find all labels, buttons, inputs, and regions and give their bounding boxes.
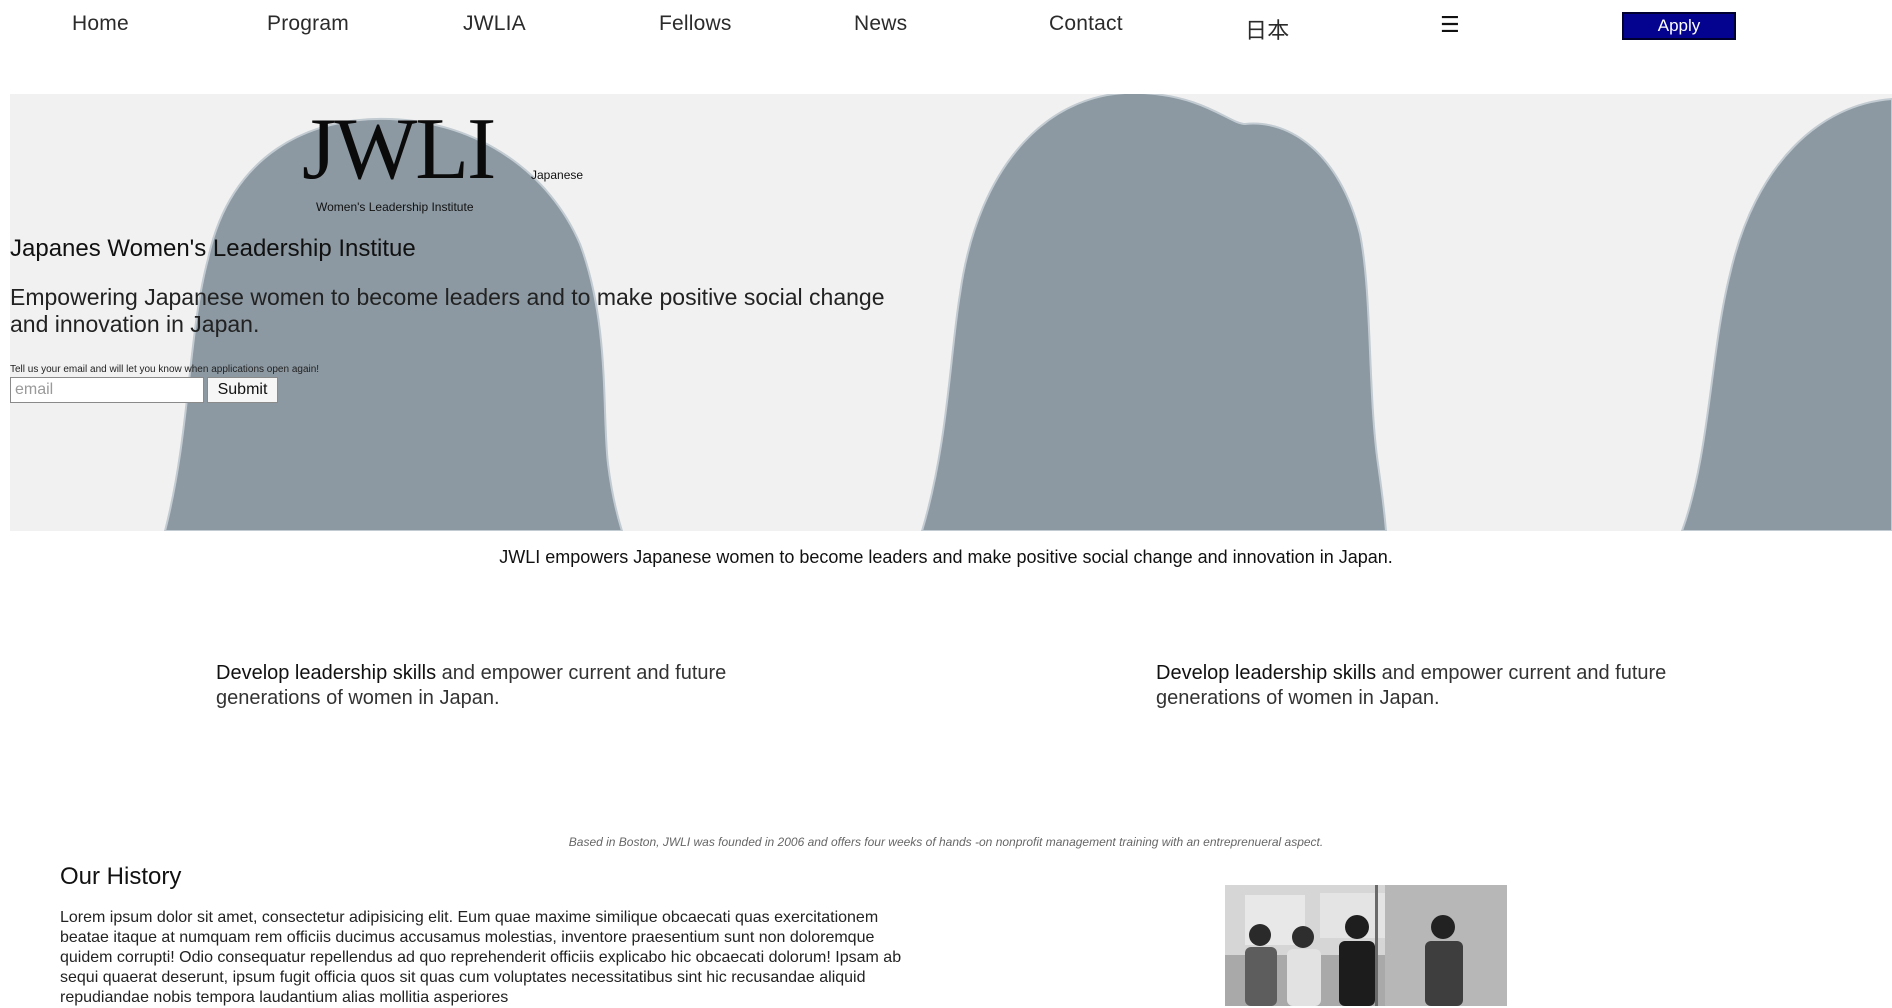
email-input[interactable] — [10, 377, 204, 403]
founded-note: Based in Boston, JWLI was founded in 200… — [568, 835, 1324, 849]
nav-link-fellows[interactable]: Fellows — [659, 12, 732, 36]
apply-button[interactable]: Apply — [1622, 12, 1736, 40]
feature-item: Develop leadership skills and empower cu… — [216, 661, 776, 711]
history-photo — [1225, 885, 1507, 1006]
nav-link-home[interactable]: Home — [72, 12, 129, 36]
feature-heading: Develop leadership skills — [1156, 662, 1377, 684]
language-link[interactable]: 日本 — [1245, 13, 1289, 45]
hero-title: Japanes Women's Leadership Institue — [10, 235, 416, 262]
silhouette-center — [920, 94, 1388, 531]
silhouette-right — [1680, 97, 1892, 531]
logo-mark: JWLI — [302, 101, 496, 198]
nav-link-contact[interactable]: Contact — [1049, 12, 1123, 36]
nav-link-jwlia[interactable]: JWLIA — [463, 12, 526, 36]
signup-note: Tell us your email and will let you know… — [10, 364, 320, 375]
hero-description: Empowering Japanese women to become lead… — [10, 284, 885, 337]
feature-item: Develop leadership skills and empower cu… — [1156, 661, 1716, 711]
top-nav: Home Program JWLIA Fellows News Contact … — [0, 0, 1892, 56]
mission-statement: JWLI empowers Japanese women to become l… — [499, 547, 1393, 567]
feature-heading: Develop leadership skills — [216, 662, 437, 684]
hamburger-icon[interactable]: ☰ — [1440, 13, 1460, 38]
nav-link-program[interactable]: Program — [267, 12, 349, 36]
submit-button[interactable]: Submit — [207, 377, 278, 403]
nav-link-news[interactable]: News — [854, 12, 907, 36]
history-title: Our History — [60, 863, 182, 890]
history-body: Lorem ipsum dolor sit amet, consectetur … — [60, 909, 902, 1006]
logo-subtitle-institute: Women's Leadership Institute — [316, 200, 474, 214]
group-photo-image — [1225, 885, 1507, 1006]
logo-subtitle-japanese: Japanese — [531, 168, 584, 182]
